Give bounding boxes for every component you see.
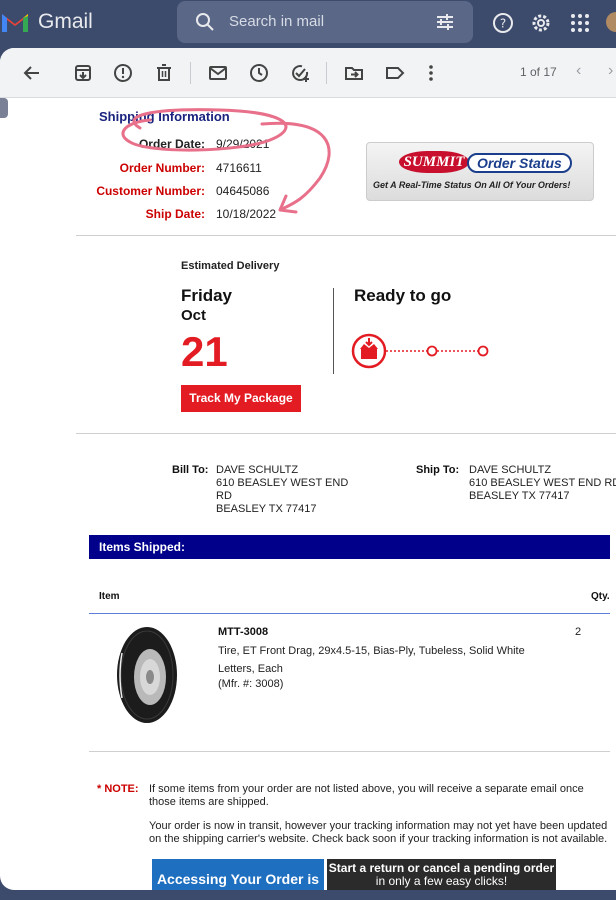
more-options-icon[interactable] <box>421 63 441 83</box>
item-mfr-number: (Mfr. #: 3008) <box>218 678 284 690</box>
estimated-delivery-label: Estimated Delivery <box>181 260 280 272</box>
account-avatar[interactable] <box>606 12 616 32</box>
ship-to-label: Ship To: <box>416 464 460 476</box>
svg-text:?: ? <box>500 17 506 31</box>
track-package-button[interactable]: Track My Package <box>181 385 301 412</box>
gmail-wordmark: Gmail <box>38 10 93 33</box>
snooze-clock-icon[interactable] <box>249 63 269 83</box>
gmail-header: Gmail Search in mail ? <box>0 0 616 46</box>
customer-number-label: Customer Number: <box>96 184 205 198</box>
address-line: 610 BEASLEY WEST END RD <box>469 477 616 489</box>
banner-subtitle: Get A Real-Time Status On All Of Your Or… <box>373 180 571 190</box>
section-divider <box>76 235 616 236</box>
order-status-label: Order Status <box>467 153 572 173</box>
ship-date-value: 10/18/2022 <box>216 207 277 221</box>
item-description: Tire, ET Front Drag, 29x4.5-15, Bias-Ply… <box>218 645 525 675</box>
note-label: * NOTE: <box>97 783 139 795</box>
customer-number-value: 04645086 <box>216 184 270 198</box>
email-panel: 1 of 17 ‹ › Shipping Information Order D… <box>0 48 616 890</box>
pagination-count: 1 of 17 <box>520 65 557 79</box>
address-line: BEASLEY TX 77417 <box>469 490 570 502</box>
table-header-rule <box>89 613 610 614</box>
annotation-arrowhead <box>278 194 298 214</box>
apps-grid-icon[interactable] <box>569 12 591 34</box>
access-order-button[interactable]: Accessing Your Order is <box>152 859 324 890</box>
settings-gear-icon[interactable] <box>530 12 552 34</box>
search-bar[interactable]: Search in mail <box>177 1 473 43</box>
search-icon[interactable] <box>195 12 215 32</box>
search-input[interactable]: Search in mail <box>229 13 324 30</box>
summit-logo: SUMMIT <box>399 151 469 173</box>
toolbar-divider <box>326 62 327 84</box>
delivery-month: Oct <box>181 307 207 324</box>
order-number-label: Order Number: <box>119 161 205 175</box>
items-shipped-header: Items Shipped: <box>89 535 610 559</box>
move-to-icon[interactable] <box>344 63 364 83</box>
item-quantity: 2 <box>575 626 582 638</box>
shipping-info-title: Shipping Information <box>99 109 230 124</box>
help-icon[interactable]: ? <box>492 12 514 34</box>
address-line: 610 BEASLEY WEST END <box>216 477 349 489</box>
newer-chevron-icon[interactable]: ‹ <box>576 62 581 80</box>
qty-column-header: Qty. <box>591 591 610 602</box>
return-line-1: Start a return or cancel a pending order <box>328 861 555 875</box>
return-cancel-button[interactable]: Start a return or cancel a pending order… <box>327 859 556 890</box>
return-line-2: in only a few easy clicks! <box>375 874 508 888</box>
item-sku[interactable]: MTT-3008 <box>218 626 268 638</box>
delivery-divider <box>333 288 334 374</box>
address-line: RD <box>216 490 232 502</box>
item-bottom-rule <box>89 751 610 752</box>
mark-unread-icon[interactable] <box>208 63 228 83</box>
label-icon[interactable] <box>385 63 405 83</box>
order-date-value: 9/29/2021 <box>216 137 270 151</box>
order-date-label: Order Date: <box>138 137 205 151</box>
bill-to-label: Bill To: <box>172 464 209 476</box>
side-panel-handle[interactable] <box>0 98 8 118</box>
order-number-value: 4716611 <box>216 161 262 175</box>
older-chevron-icon[interactable]: › <box>608 62 613 80</box>
email-toolbar: 1 of 17 ‹ › <box>0 48 616 98</box>
address-line: DAVE SCHULTZ <box>216 464 299 476</box>
address-line: BEASLEY TX 77417 <box>216 503 317 515</box>
annotation-arrow <box>260 121 331 211</box>
ship-to-address: DAVE SCHULTZ 610 BEASLEY WEST END RD BEA… <box>469 464 616 503</box>
toolbar-divider <box>190 62 191 84</box>
note-text: If some items from your order are not li… <box>149 783 584 808</box>
section-divider <box>76 433 616 434</box>
gmail-logo[interactable]: Gmail <box>0 10 93 34</box>
bill-to-address: DAVE SCHULTZ 610 BEASLEY WEST END RD BEA… <box>216 464 348 516</box>
ship-date-label: Ship Date: <box>145 207 205 221</box>
delivery-date: 21 <box>181 328 228 375</box>
shipment-progress-tracker <box>351 333 489 369</box>
shipment-status: Ready to go <box>354 286 452 305</box>
gmail-m-icon <box>2 14 28 32</box>
report-spam-icon[interactable] <box>113 63 133 83</box>
search-options-icon[interactable] <box>435 13 455 31</box>
tracking-note-text: Your order is now in transit, however yo… <box>149 820 608 845</box>
delivery-day: Friday <box>181 286 233 305</box>
delete-icon[interactable] <box>154 63 174 83</box>
tire-product-image[interactable] <box>110 623 185 728</box>
add-task-icon[interactable] <box>290 63 310 83</box>
archive-icon[interactable] <box>73 63 93 83</box>
address-line: DAVE SCHULTZ <box>469 464 552 476</box>
back-arrow-icon[interactable] <box>22 63 42 83</box>
summit-order-status-banner[interactable]: SUMMIT Order Status Get A Real-Time Stat… <box>366 142 594 201</box>
item-column-header: Item <box>99 591 120 602</box>
